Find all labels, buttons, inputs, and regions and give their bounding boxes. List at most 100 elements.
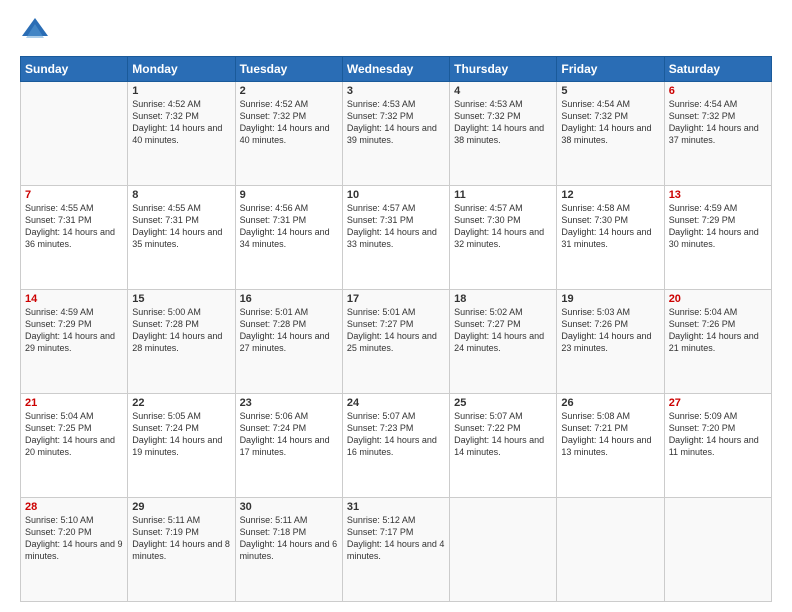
day-info: Sunrise: 5:03 AMSunset: 7:26 PMDaylight:… [561,306,659,355]
calendar-cell-week1-day5: 4Sunrise: 4:53 AMSunset: 7:32 PMDaylight… [450,82,557,186]
day-info: Sunrise: 4:58 AMSunset: 7:30 PMDaylight:… [561,202,659,251]
day-info: Sunrise: 4:52 AMSunset: 7:32 PMDaylight:… [132,98,230,147]
day-number: 28 [25,501,123,513]
day-number: 13 [669,189,767,201]
calendar-cell-week4-day3: 23Sunrise: 5:06 AMSunset: 7:24 PMDayligh… [235,394,342,498]
calendar-cell-week1-day6: 5Sunrise: 4:54 AMSunset: 7:32 PMDaylight… [557,82,664,186]
calendar-cell-week1-day7: 6Sunrise: 4:54 AMSunset: 7:32 PMDaylight… [664,82,771,186]
calendar-cell-week2-day4: 10Sunrise: 4:57 AMSunset: 7:31 PMDayligh… [342,186,449,290]
day-info: Sunrise: 4:59 AMSunset: 7:29 PMDaylight:… [25,306,123,355]
calendar-cell-week2-day1: 7Sunrise: 4:55 AMSunset: 7:31 PMDaylight… [21,186,128,290]
day-info: Sunrise: 5:04 AMSunset: 7:25 PMDaylight:… [25,410,123,459]
header-day-saturday: Saturday [664,57,771,82]
day-info: Sunrise: 5:04 AMSunset: 7:26 PMDaylight:… [669,306,767,355]
header-day-thursday: Thursday [450,57,557,82]
week-row-3: 14Sunrise: 4:59 AMSunset: 7:29 PMDayligh… [21,290,772,394]
week-row-1: 1Sunrise: 4:52 AMSunset: 7:32 PMDaylight… [21,82,772,186]
day-number: 15 [132,293,230,305]
day-info: Sunrise: 5:09 AMSunset: 7:20 PMDaylight:… [669,410,767,459]
week-row-5: 28Sunrise: 5:10 AMSunset: 7:20 PMDayligh… [21,498,772,602]
calendar-cell-week4-day1: 21Sunrise: 5:04 AMSunset: 7:25 PMDayligh… [21,394,128,498]
day-number: 16 [240,293,338,305]
day-number: 31 [347,501,445,513]
calendar-cell-week5-day6 [557,498,664,602]
calendar-cell-week4-day7: 27Sunrise: 5:09 AMSunset: 7:20 PMDayligh… [664,394,771,498]
day-info: Sunrise: 5:07 AMSunset: 7:22 PMDaylight:… [454,410,552,459]
calendar-cell-week5-day3: 30Sunrise: 5:11 AMSunset: 7:18 PMDayligh… [235,498,342,602]
day-info: Sunrise: 4:57 AMSunset: 7:31 PMDaylight:… [347,202,445,251]
calendar-cell-week2-day7: 13Sunrise: 4:59 AMSunset: 7:29 PMDayligh… [664,186,771,290]
day-number: 18 [454,293,552,305]
day-info: Sunrise: 5:11 AMSunset: 7:18 PMDaylight:… [240,514,338,563]
calendar-cell-week1-day4: 3Sunrise: 4:53 AMSunset: 7:32 PMDaylight… [342,82,449,186]
calendar-cell-week5-day2: 29Sunrise: 5:11 AMSunset: 7:19 PMDayligh… [128,498,235,602]
day-info: Sunrise: 4:59 AMSunset: 7:29 PMDaylight:… [669,202,767,251]
calendar-cell-week3-day2: 15Sunrise: 5:00 AMSunset: 7:28 PMDayligh… [128,290,235,394]
day-info: Sunrise: 5:00 AMSunset: 7:28 PMDaylight:… [132,306,230,355]
day-number: 24 [347,397,445,409]
day-number: 3 [347,85,445,97]
day-info: Sunrise: 4:54 AMSunset: 7:32 PMDaylight:… [561,98,659,147]
day-info: Sunrise: 4:53 AMSunset: 7:32 PMDaylight:… [347,98,445,147]
day-number: 14 [25,293,123,305]
day-number: 26 [561,397,659,409]
day-number: 6 [669,85,767,97]
calendar-cell-week1-day3: 2Sunrise: 4:52 AMSunset: 7:32 PMDaylight… [235,82,342,186]
day-info: Sunrise: 5:07 AMSunset: 7:23 PMDaylight:… [347,410,445,459]
calendar: SundayMondayTuesdayWednesdayThursdayFrid… [20,56,772,602]
calendar-cell-week2-day5: 11Sunrise: 4:57 AMSunset: 7:30 PMDayligh… [450,186,557,290]
header-day-monday: Monday [128,57,235,82]
week-row-4: 21Sunrise: 5:04 AMSunset: 7:25 PMDayligh… [21,394,772,498]
day-number: 23 [240,397,338,409]
day-info: Sunrise: 4:55 AMSunset: 7:31 PMDaylight:… [25,202,123,251]
day-number: 5 [561,85,659,97]
day-number: 9 [240,189,338,201]
day-number: 27 [669,397,767,409]
calendar-cell-week4-day2: 22Sunrise: 5:05 AMSunset: 7:24 PMDayligh… [128,394,235,498]
day-number: 19 [561,293,659,305]
calendar-cell-week3-day1: 14Sunrise: 4:59 AMSunset: 7:29 PMDayligh… [21,290,128,394]
day-info: Sunrise: 5:12 AMSunset: 7:17 PMDaylight:… [347,514,445,563]
header [20,16,772,46]
day-info: Sunrise: 4:53 AMSunset: 7:32 PMDaylight:… [454,98,552,147]
week-row-2: 7Sunrise: 4:55 AMSunset: 7:31 PMDaylight… [21,186,772,290]
calendar-cell-week3-day4: 17Sunrise: 5:01 AMSunset: 7:27 PMDayligh… [342,290,449,394]
calendar-cell-week3-day3: 16Sunrise: 5:01 AMSunset: 7:28 PMDayligh… [235,290,342,394]
day-number: 4 [454,85,552,97]
logo-icon [20,16,50,46]
calendar-cell-week5-day4: 31Sunrise: 5:12 AMSunset: 7:17 PMDayligh… [342,498,449,602]
calendar-cell-week3-day7: 20Sunrise: 5:04 AMSunset: 7:26 PMDayligh… [664,290,771,394]
day-info: Sunrise: 4:56 AMSunset: 7:31 PMDaylight:… [240,202,338,251]
day-info: Sunrise: 5:08 AMSunset: 7:21 PMDaylight:… [561,410,659,459]
calendar-cell-week2-day3: 9Sunrise: 4:56 AMSunset: 7:31 PMDaylight… [235,186,342,290]
day-info: Sunrise: 5:05 AMSunset: 7:24 PMDaylight:… [132,410,230,459]
day-info: Sunrise: 4:57 AMSunset: 7:30 PMDaylight:… [454,202,552,251]
calendar-cell-week1-day2: 1Sunrise: 4:52 AMSunset: 7:32 PMDaylight… [128,82,235,186]
day-number: 11 [454,189,552,201]
day-info: Sunrise: 5:06 AMSunset: 7:24 PMDaylight:… [240,410,338,459]
calendar-header-row: SundayMondayTuesdayWednesdayThursdayFrid… [21,57,772,82]
day-info: Sunrise: 4:52 AMSunset: 7:32 PMDaylight:… [240,98,338,147]
day-info: Sunrise: 5:02 AMSunset: 7:27 PMDaylight:… [454,306,552,355]
calendar-cell-week5-day5 [450,498,557,602]
day-number: 10 [347,189,445,201]
day-number: 7 [25,189,123,201]
page: SundayMondayTuesdayWednesdayThursdayFrid… [0,0,792,612]
day-number: 2 [240,85,338,97]
day-info: Sunrise: 4:54 AMSunset: 7:32 PMDaylight:… [669,98,767,147]
day-number: 22 [132,397,230,409]
header-day-friday: Friday [557,57,664,82]
logo [20,16,54,46]
calendar-cell-week4-day4: 24Sunrise: 5:07 AMSunset: 7:23 PMDayligh… [342,394,449,498]
day-number: 25 [454,397,552,409]
day-info: Sunrise: 5:01 AMSunset: 7:27 PMDaylight:… [347,306,445,355]
calendar-cell-week2-day2: 8Sunrise: 4:55 AMSunset: 7:31 PMDaylight… [128,186,235,290]
day-number: 1 [132,85,230,97]
calendar-cell-week5-day1: 28Sunrise: 5:10 AMSunset: 7:20 PMDayligh… [21,498,128,602]
calendar-cell-week4-day6: 26Sunrise: 5:08 AMSunset: 7:21 PMDayligh… [557,394,664,498]
calendar-cell-week2-day6: 12Sunrise: 4:58 AMSunset: 7:30 PMDayligh… [557,186,664,290]
day-number: 12 [561,189,659,201]
day-info: Sunrise: 4:55 AMSunset: 7:31 PMDaylight:… [132,202,230,251]
day-number: 21 [25,397,123,409]
calendar-cell-week5-day7 [664,498,771,602]
